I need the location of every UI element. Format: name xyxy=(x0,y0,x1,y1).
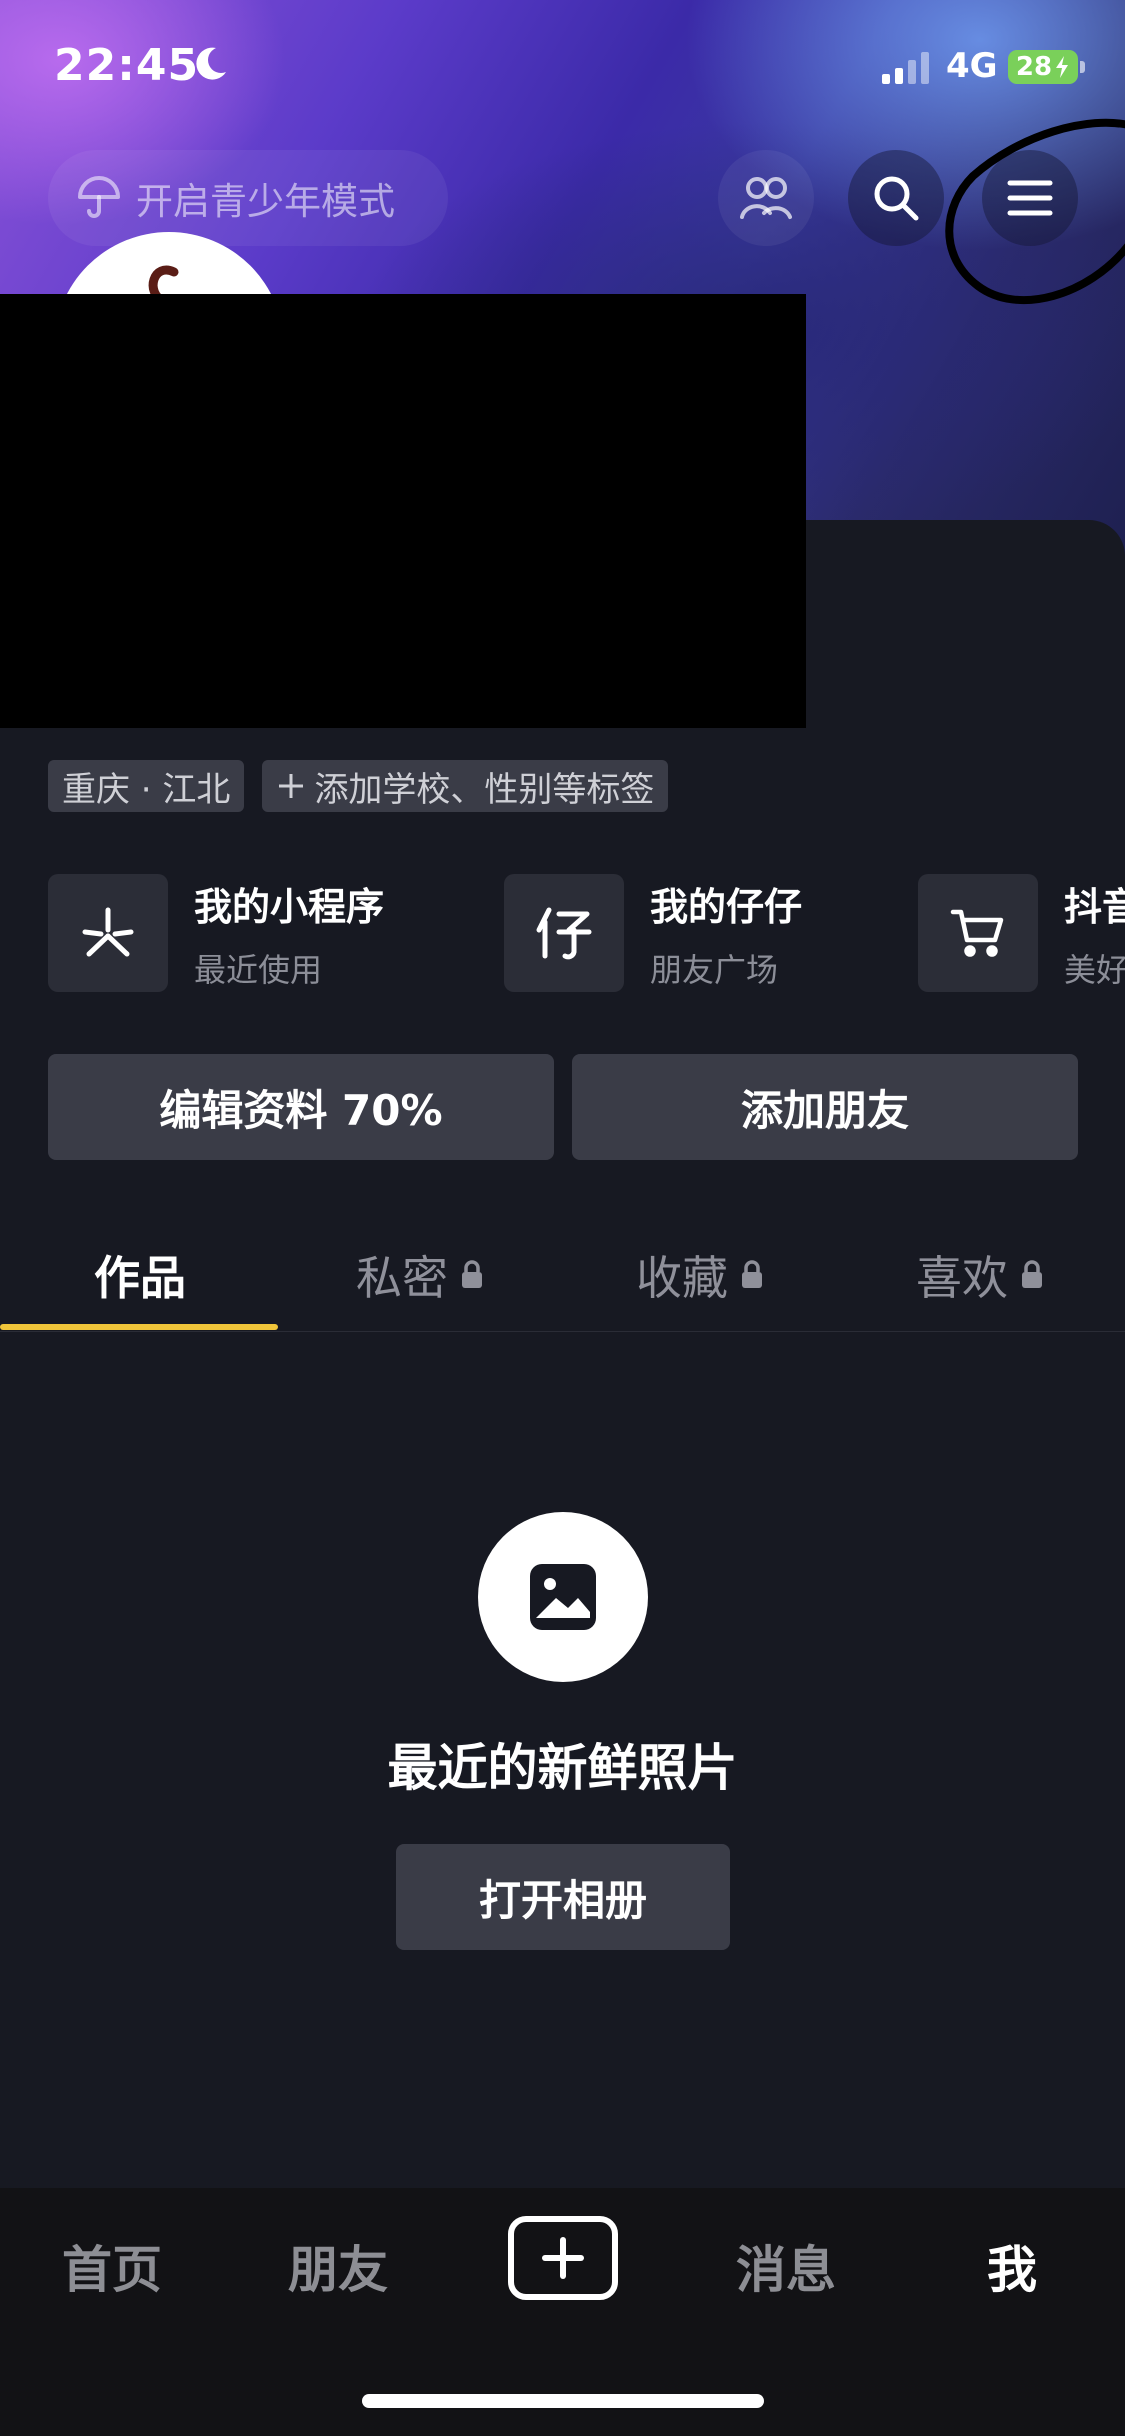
search-button[interactable] xyxy=(848,150,944,246)
add-tags-button[interactable]: 添加学校、性别等标签 xyxy=(262,760,669,812)
nav-me[interactable]: 我 xyxy=(932,2230,1092,2302)
lock-icon xyxy=(742,1260,762,1288)
shortcut-subtitle: 最近使用 xyxy=(194,950,323,989)
home-indicator[interactable] xyxy=(362,2394,764,2408)
image-icon xyxy=(530,1564,596,1630)
charging-bolt-icon xyxy=(1056,56,1069,78)
tab-label: 喜欢 xyxy=(916,1251,1008,1305)
battery-cap xyxy=(1080,61,1085,73)
shortcut-subtitle: 美好 xyxy=(1064,950,1125,989)
mini-program-icon xyxy=(82,907,134,957)
open-album-button[interactable]: 打开相册 xyxy=(396,1844,730,1950)
tab-private[interactable]: 私密 xyxy=(280,1218,560,1332)
edit-profile-button[interactable]: 编辑资料 70% xyxy=(48,1054,554,1160)
moon-icon xyxy=(196,47,226,80)
shortcut-zaizai[interactable]: 我的仔仔 朋友广场 xyxy=(504,874,802,992)
annotation-circle xyxy=(945,118,1125,304)
redacted-area xyxy=(0,294,806,728)
shortcut-shop[interactable]: 抖音 美好 xyxy=(918,874,1125,992)
nav-messages[interactable]: 消息 xyxy=(706,2230,866,2302)
tab-label: 作品 xyxy=(94,1251,186,1305)
empty-state-title: 最近的新鲜照片 xyxy=(387,1739,738,1797)
shortcut-title: 抖音 xyxy=(1064,884,1125,929)
status-time: 22:45 xyxy=(54,40,200,91)
teen-mode-button[interactable]: 开启青少年模式 xyxy=(48,150,448,246)
battery-level: 28 xyxy=(1015,52,1053,82)
tab-works[interactable]: 作品 xyxy=(0,1218,280,1332)
nav-friends[interactable]: 朋友 xyxy=(258,2230,418,2302)
friends-button[interactable] xyxy=(718,150,814,246)
shortcut-icon-box xyxy=(48,874,168,992)
shortcut-title: 我的仔仔 xyxy=(650,884,803,929)
profile-tags: 重庆 · 江北 添加学校、性别等标签 xyxy=(48,760,669,812)
content-tabs: 作品 私密 收藏 喜欢 xyxy=(0,1218,1125,1332)
active-tab-underline xyxy=(0,1324,278,1330)
empty-state-icon-badge xyxy=(478,1512,648,1682)
lock-icon xyxy=(1022,1260,1042,1288)
tab-label: 收藏 xyxy=(636,1251,728,1305)
signal-icon xyxy=(882,52,929,84)
umbrella-icon xyxy=(78,176,120,218)
battery-icon: 28 xyxy=(1008,50,1078,84)
plus-icon xyxy=(279,774,304,798)
tab-likes[interactable]: 喜欢 xyxy=(840,1218,1120,1332)
lock-icon xyxy=(462,1260,482,1288)
add-tags-label: 添加学校、性别等标签 xyxy=(314,769,655,810)
tab-favorites[interactable]: 收藏 xyxy=(560,1218,840,1332)
search-icon xyxy=(874,176,919,221)
shortcut-title: 我的小程序 xyxy=(194,884,385,929)
shortcut-icon-box xyxy=(504,874,624,992)
tab-label: 私密 xyxy=(356,1251,448,1305)
location-tag-label: 重庆 · 江北 xyxy=(62,769,231,810)
plus-icon xyxy=(542,2237,584,2279)
zaizai-icon xyxy=(536,907,592,960)
add-friends-button[interactable]: 添加朋友 xyxy=(572,1054,1078,1160)
network-type: 4G xyxy=(946,46,998,86)
nav-home[interactable]: 首页 xyxy=(32,2230,192,2302)
location-tag[interactable]: 重庆 · 江北 xyxy=(48,760,245,812)
shortcut-mini-programs[interactable]: 我的小程序 最近使用 xyxy=(48,874,384,992)
cart-icon xyxy=(950,909,1004,957)
shortcut-subtitle: 朋友广场 xyxy=(650,950,779,989)
create-post-button[interactable] xyxy=(508,2216,618,2300)
friends-icon xyxy=(740,177,792,219)
shortcut-icon-box xyxy=(918,874,1038,992)
teen-mode-label: 开启青少年模式 xyxy=(136,180,395,223)
